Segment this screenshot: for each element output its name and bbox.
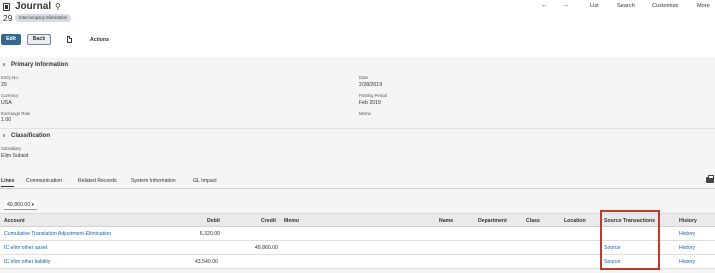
column-header-credit[interactable]: Credit	[261, 218, 276, 224]
record-number: 29	[3, 13, 13, 23]
field-value-exchange-rate: 1.00	[1, 117, 12, 123]
page-title: Journal	[15, 1, 52, 12]
journal-record-icon	[3, 3, 10, 11]
field-value-currency: USA	[1, 100, 12, 106]
column-header-department[interactable]: Department	[478, 218, 507, 224]
field-label-posting-period: Posting Period	[359, 93, 387, 98]
previous-record-arrow-icon[interactable]: ←	[541, 2, 548, 9]
lines-total-value: 49,860.00	[7, 202, 31, 208]
column-header-location[interactable]: Location	[564, 218, 586, 224]
lines-total-dropdown[interactable]: 49,860.00 ▾	[4, 200, 38, 210]
tab-gl-impact[interactable]: GL Impact	[193, 178, 217, 184]
back-button[interactable]: Back	[27, 34, 51, 45]
field-label-entry-no: Entry No.	[1, 75, 19, 80]
list-link[interactable]: List	[590, 3, 599, 9]
more-link[interactable]: More	[697, 3, 710, 9]
divider	[0, 128, 715, 129]
field-value-subsidiary: Elim Subsid	[1, 153, 29, 159]
field-label-subsidiary: Subsidiary	[1, 146, 22, 151]
field-value-entry-no: 29	[1, 82, 7, 88]
history-link[interactable]: History	[679, 231, 695, 237]
column-header-name[interactable]: Name	[439, 218, 453, 224]
print-icon[interactable]	[706, 175, 714, 183]
document-icon[interactable]	[67, 36, 72, 43]
debit-cell: 6,320.00	[199, 231, 220, 237]
tab-lines[interactable]: Lines	[1, 178, 15, 184]
customize-link[interactable]: Customize	[652, 3, 678, 9]
actions-menu[interactable]: Actions	[90, 37, 109, 43]
tabs-divider	[0, 188, 715, 189]
tab-communication[interactable]: Communication	[26, 178, 62, 184]
column-header-debit[interactable]: Debit	[207, 218, 220, 224]
debit-cell: 43,540.00	[194, 259, 218, 265]
tab-system-information[interactable]: System Information	[131, 178, 176, 184]
field-label-date: Date	[359, 75, 369, 80]
history-link[interactable]: History	[679, 245, 695, 251]
edit-button[interactable]: Edit	[1, 34, 21, 45]
search-icon[interactable]: ⚲	[55, 2, 61, 11]
account-link[interactable]: IC elim other asset	[4, 245, 47, 251]
column-header-class[interactable]: Class	[526, 218, 540, 224]
column-header-account[interactable]: Account	[4, 218, 25, 224]
history-link[interactable]: History	[679, 259, 695, 265]
next-record-arrow-icon[interactable]: →	[562, 2, 569, 9]
field-label-memo: Memo	[359, 111, 371, 116]
collapse-chevron-icon[interactable]: ∨	[2, 62, 6, 68]
source-transactions-highlight	[600, 210, 660, 270]
field-value-posting-period: Feb 2019	[359, 100, 381, 106]
column-header-memo[interactable]: Memo	[284, 218, 299, 224]
column-header-history[interactable]: History	[679, 218, 697, 224]
tab-related-records[interactable]: Related Records	[78, 178, 117, 184]
account-link[interactable]: Cumulative Translation Adjustment-Elimin…	[4, 231, 111, 237]
search-link[interactable]: Search	[617, 3, 635, 9]
chevron-down-icon: ▾	[31, 202, 35, 208]
status-badge: Intercompany Elimination	[15, 14, 72, 22]
field-label-exchange-rate: Exchange Rate	[1, 111, 31, 116]
field-value-date: 2/28/2019	[359, 82, 383, 88]
credit-cell: 49,860.00	[254, 245, 278, 251]
collapse-chevron-icon[interactable]: ∨	[2, 133, 6, 139]
section-primary-information[interactable]: Primary Information	[11, 62, 68, 68]
account-link[interactable]: IC elim other liability	[4, 259, 50, 265]
active-tab-indicator	[1, 186, 14, 187]
section-classification[interactable]: Classification	[11, 133, 50, 139]
record-header: Journal ⚲ 29 Intercompany Elimination ← …	[0, 0, 715, 60]
field-label-currency: Currency	[1, 93, 19, 98]
